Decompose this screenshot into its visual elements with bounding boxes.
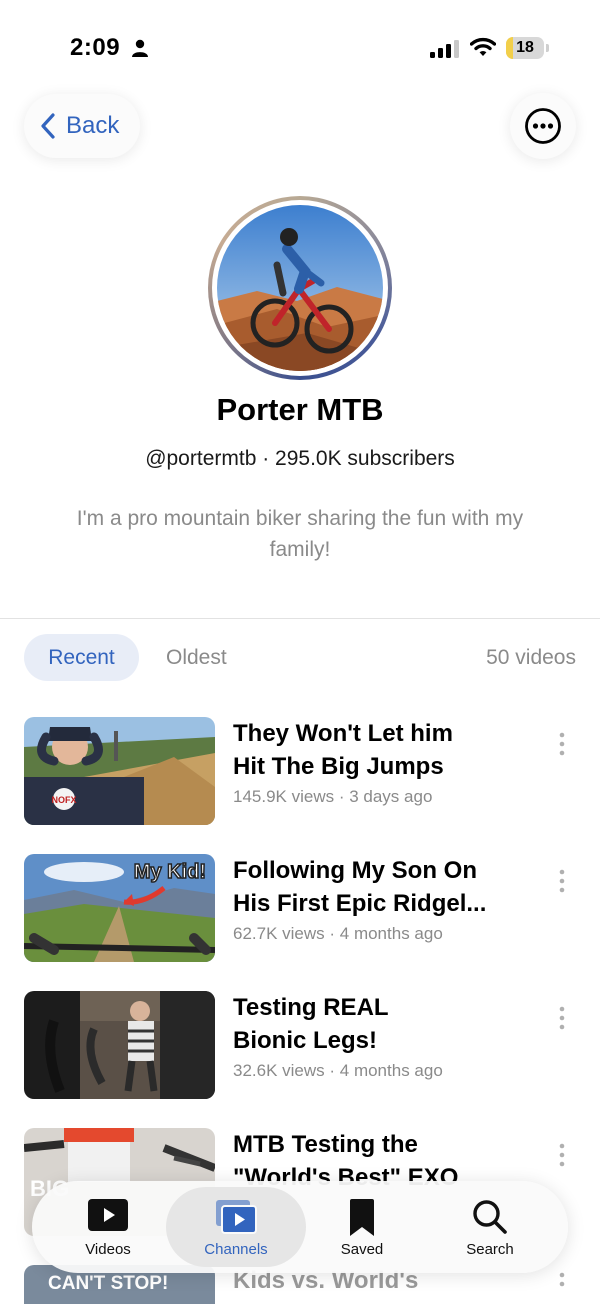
battery-percent: 18 (516, 39, 534, 56)
video-meta: 32.6K views · 4 months ago (233, 1061, 443, 1080)
status-bar: 2:09 18 (0, 0, 600, 96)
video-thumbnail: My Kid! (24, 854, 215, 962)
ellipsis-circle-icon (525, 108, 561, 144)
avatar-photo (217, 205, 383, 371)
person-icon (132, 39, 148, 57)
bookmark-icon (350, 1199, 374, 1236)
vertical-ellipsis-icon[interactable] (552, 1005, 572, 1031)
vertical-ellipsis-icon[interactable] (552, 731, 572, 757)
video-title: They Won't Let him Hit The Big Jumps (233, 720, 453, 780)
video-thumbnail (24, 991, 215, 1099)
tab-bar: Videos Channels Saved Search (32, 1181, 568, 1273)
thumbnail-caption: My Kid! (134, 861, 206, 883)
tab-label: Channels (204, 1241, 268, 1258)
video-row[interactable]: My Kid! Following My Son On His First Ep… (24, 854, 576, 964)
cellular-signal-icon (430, 40, 459, 58)
tab-channels[interactable]: Channels (166, 1187, 306, 1267)
tab-saved[interactable]: Saved (302, 1187, 422, 1267)
more-options-button[interactable] (510, 93, 576, 159)
svg-text:NOFX: NOFX (51, 795, 76, 805)
channel-description: I'm a pro mountain biker sharing the fun… (76, 507, 524, 561)
sort-oldest-tab[interactable]: Oldest (166, 634, 227, 681)
channel-name: Porter MTB (216, 392, 384, 427)
tab-label: Search (466, 1241, 514, 1258)
wifi-icon (470, 37, 496, 56)
status-time: 2:09 (70, 34, 121, 61)
channel-avatar (208, 196, 392, 380)
battery-indicator: 18 (506, 37, 544, 59)
tab-search[interactable]: Search (430, 1187, 550, 1267)
video-count: 50 videos (486, 645, 576, 669)
tab-label: Saved (340, 1241, 384, 1258)
tab-videos[interactable]: Videos (48, 1187, 168, 1267)
vertical-ellipsis-icon[interactable] (552, 1142, 572, 1168)
chevron-left-icon (41, 113, 55, 139)
video-title: Testing REAL Bionic Legs! (233, 994, 389, 1054)
play-icon (88, 1199, 128, 1231)
divider (0, 618, 600, 619)
tab-label: Videos (85, 1241, 131, 1258)
back-button[interactable]: Back (24, 94, 140, 158)
video-row[interactable]: Testing REAL Bionic Legs! 32.6K views · … (24, 991, 576, 1101)
video-meta: 62.7K views · 4 months ago (233, 924, 443, 943)
vertical-ellipsis-icon[interactable] (552, 868, 572, 894)
back-label: Back (66, 112, 120, 139)
vertical-ellipsis-icon[interactable] (552, 1271, 572, 1291)
thumbnail-caption: CAN'T STOP! (48, 1273, 168, 1294)
video-meta: 145.9K views · 3 days ago (233, 787, 433, 806)
channels-icon (216, 1200, 257, 1234)
channel-meta: @portermtb · 295.0K subscribers (145, 447, 455, 470)
video-row[interactable]: NOFX They Won't Let him Hit The Big Jump… (24, 717, 576, 827)
video-thumbnail: NOFX (24, 717, 215, 825)
sort-recent-tab[interactable]: Recent (24, 634, 139, 681)
video-title: Following My Son On His First Epic Ridge… (233, 857, 487, 917)
battery-cap (546, 44, 549, 52)
search-icon (473, 1200, 507, 1234)
